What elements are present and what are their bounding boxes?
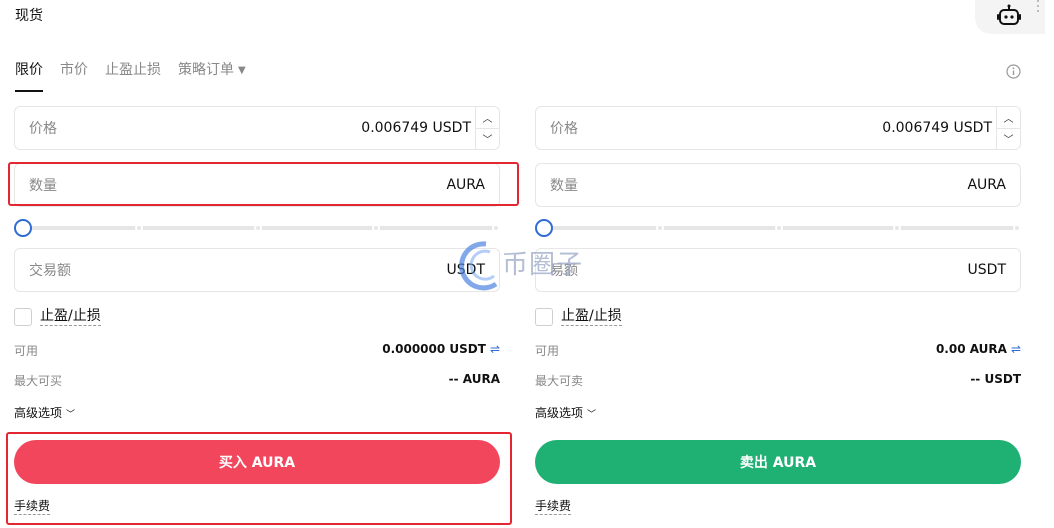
sell-available-value: 0.00 AURA <box>935 342 1007 356</box>
sell-available-row: 可用 0.00 AURA ⇌ <box>535 342 1021 359</box>
chevron-down-icon: ﹀ <box>66 410 76 420</box>
slider-thumb[interactable] <box>14 219 32 237</box>
sell-quantity-placeholder: 数量 <box>550 178 578 194</box>
sell-quantity-unit: AURA <box>967 177 1006 193</box>
sell-available-label: 可用 <box>535 344 560 358</box>
buy-button[interactable]: 买入 AURA <box>14 440 500 484</box>
slider-tick[interactable] <box>492 224 500 232</box>
sell-total-placeholder: 易额 <box>550 263 578 279</box>
buy-max-row: 最大可买 -- AURA <box>14 372 500 389</box>
buy-total-input[interactable]: 交易额 USDT <box>14 248 500 292</box>
order-type-tabs: 限价 市价 止盈止损 策略订单 ▼ <box>15 60 246 92</box>
buy-advanced-options[interactable]: 高级选项 ﹀ <box>14 404 75 421</box>
sell-price-field[interactable]: 价格 0.006749 USDT ︿ ﹀ <box>535 106 1021 150</box>
buy-available-label: 可用 <box>14 344 39 358</box>
buy-quantity-unit: AURA <box>446 177 485 193</box>
more-icon[interactable] <box>1036 0 1040 14</box>
sell-advanced-options[interactable]: 高级选项 ﹀ <box>535 404 596 421</box>
slider-tick[interactable] <box>135 224 143 232</box>
sell-price-stepper: ︿ ﹀ <box>996 107 1020 149</box>
buy-available-row: 可用 0.000000 USDT ⇌ <box>14 342 500 359</box>
sell-button[interactable]: 卖出 AURA <box>535 440 1021 484</box>
buy-price-stepper: ︿ ﹀ <box>475 107 499 149</box>
sell-quantity-input[interactable]: 数量 AURA <box>535 163 1021 207</box>
info-icon[interactable] <box>1006 64 1021 79</box>
buy-fee-label[interactable]: 手续费 <box>14 499 51 515</box>
tab-limit[interactable]: 限价 <box>15 60 43 92</box>
watermark-text: 币圈子 <box>502 250 584 280</box>
sell-tp-sl-row: 止盈/止损 <box>535 308 622 326</box>
sell-fee-label[interactable]: 手续费 <box>535 499 572 515</box>
sell-max-value: -- USDT <box>970 372 1021 386</box>
tab-tp-sl[interactable]: 止盈止损 <box>105 60 161 92</box>
buy-quantity-placeholder: 数量 <box>29 178 57 194</box>
page-title: 现货 <box>15 8 43 24</box>
sell-tp-sl-checkbox[interactable] <box>535 308 553 326</box>
chevron-up-icon[interactable]: ︿ <box>997 107 1020 129</box>
swap-icon[interactable]: ⇌ <box>490 342 500 356</box>
slider-tick[interactable] <box>372 224 380 232</box>
sell-max-label: 最大可卖 <box>535 374 584 388</box>
slider-tick[interactable] <box>775 224 783 232</box>
buy-price-label: 价格 <box>29 121 57 137</box>
buy-price-value: 0.006749 USDT <box>361 120 471 136</box>
sell-total-unit: USDT <box>967 262 1006 278</box>
buy-available-value: 0.000000 USDT <box>382 342 486 356</box>
buy-max-value: -- AURA <box>448 372 500 386</box>
buy-tp-sl-row: 止盈/止损 <box>14 308 101 326</box>
tab-strategy-orders[interactable]: 策略订单 ▼ <box>178 60 246 92</box>
chevron-down-icon[interactable]: ﹀ <box>997 129 1020 150</box>
swap-icon[interactable]: ⇌ <box>1011 342 1021 356</box>
slider-tick[interactable] <box>893 224 901 232</box>
chevron-down-icon: ﹀ <box>587 410 597 420</box>
buy-percent-slider[interactable] <box>14 218 500 238</box>
buy-max-label: 最大可买 <box>14 374 63 388</box>
sell-max-row: 最大可卖 -- USDT <box>535 372 1021 389</box>
buy-total-placeholder: 交易额 <box>29 263 71 279</box>
chevron-down-icon[interactable]: ﹀ <box>476 129 499 150</box>
buy-tp-sl-checkbox[interactable] <box>14 308 32 326</box>
slider-tick[interactable] <box>254 224 262 232</box>
slider-tick[interactable] <box>656 224 664 232</box>
caret-down-icon: ▼ <box>238 65 246 76</box>
tab-market[interactable]: 市价 <box>60 60 88 92</box>
buy-price-field[interactable]: 价格 0.006749 USDT ︿ ﹀ <box>14 106 500 150</box>
sell-price-label: 价格 <box>550 121 578 137</box>
slider-tick[interactable] <box>1013 224 1021 232</box>
chevron-up-icon[interactable]: ︿ <box>476 107 499 129</box>
sell-tp-sl-label[interactable]: 止盈/止损 <box>561 308 622 326</box>
buy-tp-sl-label[interactable]: 止盈/止损 <box>40 308 101 326</box>
robot-icon[interactable] <box>996 4 1022 26</box>
buy-quantity-input[interactable]: 数量 AURA <box>14 163 500 207</box>
sell-price-value: 0.006749 USDT <box>882 120 992 136</box>
